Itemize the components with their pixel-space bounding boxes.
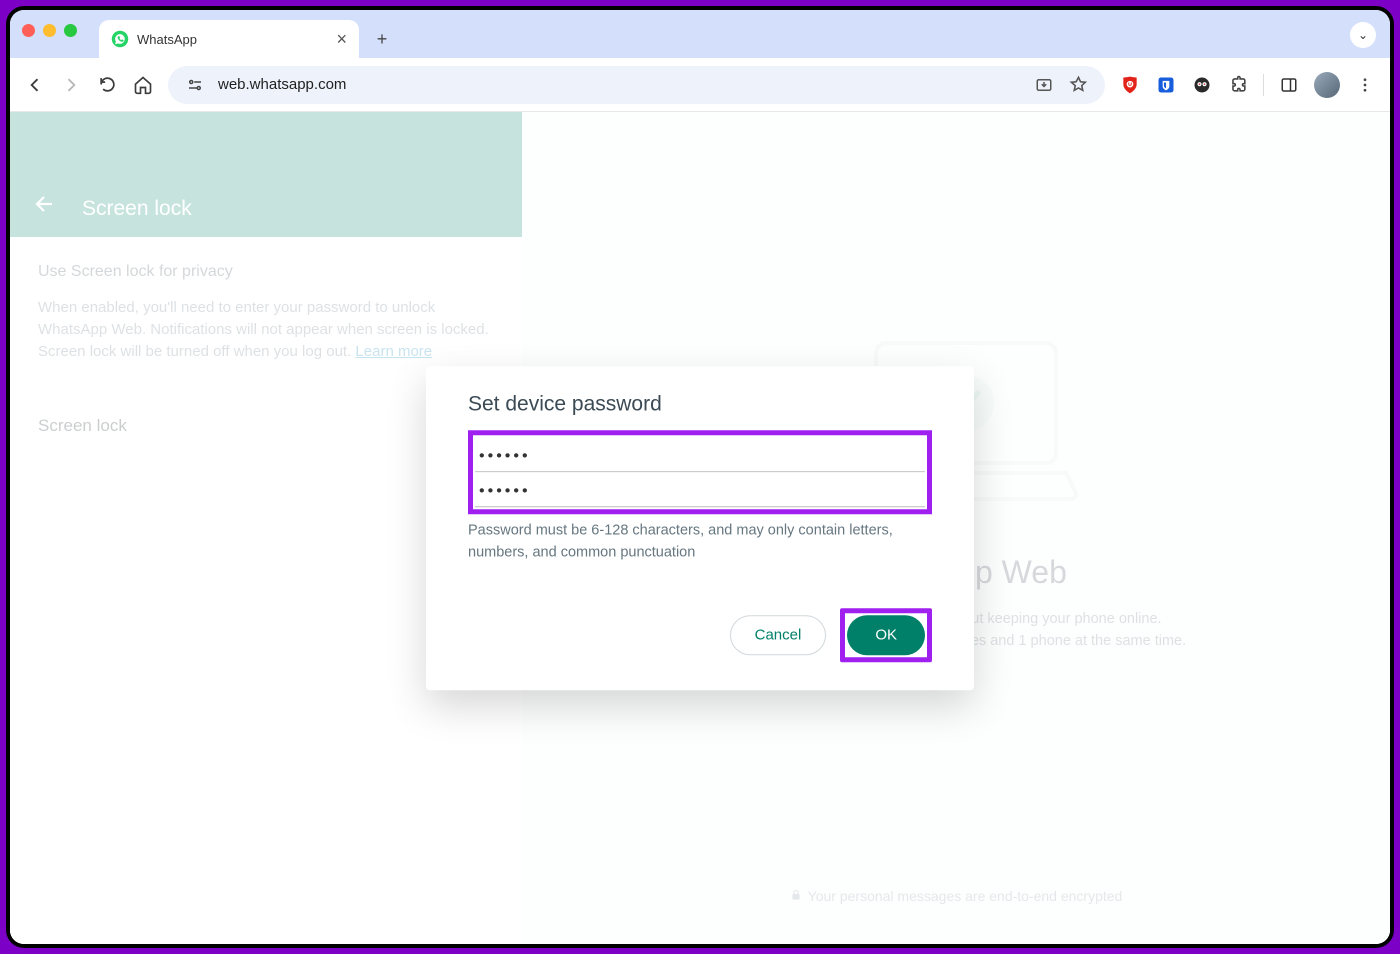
forward-button[interactable] [60, 74, 82, 96]
url-text: web.whatsapp.com [218, 76, 1021, 93]
content-area: Screen lock Use Screen lock for privacy … [10, 112, 1390, 944]
toolbar-divider [1263, 74, 1264, 96]
modal-actions: Cancel OK [468, 608, 932, 662]
profile-avatar[interactable] [1314, 72, 1340, 98]
privacy-heading: Use Screen lock for privacy [38, 263, 494, 281]
browser-tab[interactable]: WhatsApp × [99, 20, 359, 58]
confirm-password-input[interactable] [475, 472, 925, 507]
password-help-text: Password must be 6-128 characters, and m… [468, 520, 932, 564]
window-close-button[interactable] [22, 24, 35, 37]
site-settings-icon[interactable] [184, 74, 206, 96]
highlight-password-inputs [468, 430, 932, 514]
lock-icon [790, 888, 802, 904]
install-app-icon[interactable] [1033, 74, 1055, 96]
highlight-ok-button: OK [840, 608, 932, 662]
encryption-note: Your personal messages are end-to-end en… [790, 888, 1123, 904]
extensions-puzzle-icon[interactable] [1227, 74, 1249, 96]
window-maximize-button[interactable] [64, 24, 77, 37]
address-bar[interactable]: web.whatsapp.com [168, 66, 1105, 104]
tab-strip: WhatsApp × + ⌄ [10, 10, 1390, 58]
bitwarden-icon[interactable] [1155, 74, 1177, 96]
back-arrow-icon[interactable] [32, 191, 58, 217]
tab-title: WhatsApp [137, 32, 328, 47]
side-panel-icon[interactable] [1278, 74, 1300, 96]
ublock-icon[interactable] [1119, 74, 1141, 96]
reload-button[interactable] [96, 74, 118, 96]
window-minimize-button[interactable] [43, 24, 56, 37]
password-input[interactable] [475, 437, 925, 472]
sidebar-title: Screen lock [82, 197, 192, 221]
whatsapp-favicon-icon [111, 30, 129, 48]
cancel-button[interactable]: Cancel [730, 615, 827, 655]
modal-title: Set device password [468, 392, 932, 416]
learn-more-link[interactable]: Learn more [355, 343, 432, 360]
browser-toolbar: web.whatsapp.com [10, 58, 1390, 112]
home-button[interactable] [132, 74, 154, 96]
extension-icon-3[interactable] [1191, 74, 1213, 96]
browser-window: WhatsApp × + ⌄ web.whatsapp.com [10, 10, 1390, 944]
sidebar-header: Screen lock [10, 112, 522, 237]
browser-menu-icon[interactable] [1354, 74, 1376, 96]
bookmark-star-icon[interactable] [1067, 74, 1089, 96]
window-controls [22, 24, 77, 37]
privacy-description: When enabled, you'll need to enter your … [38, 297, 494, 362]
new-tab-button[interactable]: + [365, 22, 399, 56]
back-button[interactable] [24, 74, 46, 96]
tabs-dropdown-button[interactable]: ⌄ [1350, 22, 1376, 48]
set-password-modal: Set device password Password must be 6-1… [426, 366, 974, 690]
extension-icons [1119, 72, 1376, 98]
ok-button[interactable]: OK [847, 615, 925, 655]
tab-close-button[interactable]: × [336, 29, 347, 50]
